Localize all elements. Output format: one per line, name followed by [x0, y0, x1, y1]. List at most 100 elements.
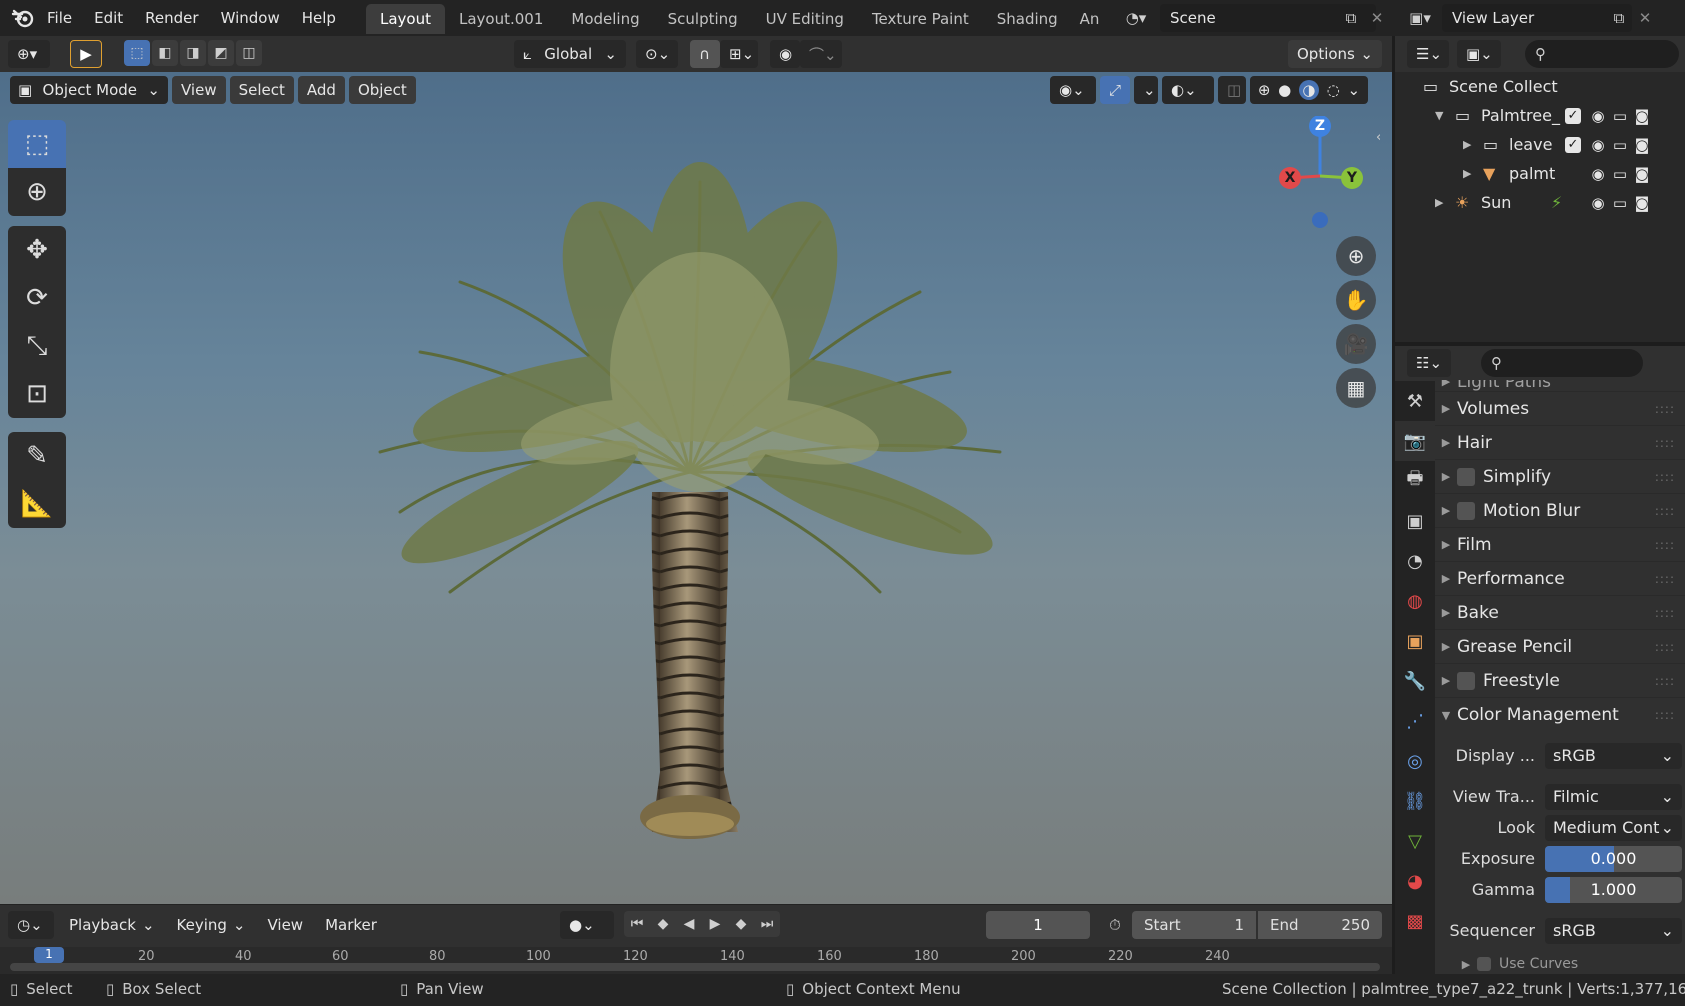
drag-handle-icon[interactable]: :::: [1655, 470, 1675, 484]
pan-hand-icon[interactable]: ✋ [1336, 280, 1376, 320]
tab-modeling[interactable]: Modeling [557, 4, 653, 34]
tab-layout-001[interactable]: Layout.001 [445, 4, 557, 34]
drag-handle-icon[interactable]: :::: [1655, 436, 1675, 450]
material-tab-icon[interactable]: ◕ [1395, 861, 1435, 901]
look-dropdown[interactable]: Medium Cont...⌄ [1545, 814, 1682, 841]
panel-row[interactable]: ▶ Performance:::: [1435, 562, 1685, 596]
menu-file[interactable]: File [36, 3, 83, 33]
select-extend-icon[interactable]: ◧ [152, 40, 178, 66]
gizmo-dropdown-icon[interactable]: ⌄ [1134, 76, 1158, 104]
timeline-menu-view[interactable]: View [258, 911, 312, 939]
timeline-scrollbar[interactable] [10, 963, 1380, 971]
expand-triangle-icon[interactable]: ▶ [1463, 167, 1483, 180]
camera-view-icon[interactable]: 🎥 [1336, 324, 1376, 364]
measure-tool-icon[interactable]: 📐 [8, 480, 66, 528]
sequencer-dropdown[interactable]: sRGB ⌄ [1545, 917, 1682, 944]
panel-row[interactable]: ▶ Hair:::: [1435, 426, 1685, 460]
view-layer-tab-icon[interactable]: ▣ [1395, 501, 1435, 541]
drag-handle-icon[interactable]: :::: [1655, 674, 1675, 688]
eye-icon[interactable]: ◉ [1587, 165, 1609, 183]
particles-tab-icon[interactable]: ⋰ [1395, 701, 1435, 741]
select-invert-icon[interactable]: ◩ [208, 40, 234, 66]
panel-light-paths[interactable]: ▶ Light Paths [1435, 380, 1685, 392]
camera-icon[interactable]: ◙ [1631, 194, 1653, 212]
new-view-layer-icon[interactable]: ⧉ [1606, 4, 1632, 32]
camera-icon[interactable]: ◙ [1631, 136, 1653, 154]
drag-handle-icon[interactable]: :::: [1655, 708, 1675, 722]
blender-logo-icon[interactable] [8, 4, 38, 32]
editor-type-icon[interactable]: ⊕▾ [8, 40, 50, 68]
tool-tab-icon[interactable]: ⚒ [1395, 381, 1435, 421]
view-layer-browse-icon[interactable]: ▣▾ [1400, 4, 1440, 32]
view-transform-dropdown[interactable]: Filmic ⌄ [1545, 783, 1682, 810]
stopwatch-icon[interactable]: ⏱ [1100, 911, 1130, 939]
snap-target-icon[interactable]: ⊞⌄ [720, 40, 758, 68]
viewport-menu-add[interactable]: Add [297, 76, 345, 104]
expand-triangle-icon[interactable]: ▼ [1435, 109, 1455, 122]
drag-handle-icon[interactable]: :::: [1655, 538, 1675, 552]
active-tool-icon[interactable]: ▶ [70, 40, 102, 68]
data-tab-icon[interactable]: ▽ [1395, 821, 1435, 861]
playhead-frame[interactable]: 1 [34, 947, 64, 963]
transform-tool-icon[interactable]: ⊡ [8, 370, 66, 418]
outliner-display-mode-icon[interactable]: ▣⌄ [1457, 40, 1501, 68]
panel-enable-checkbox[interactable] [1457, 671, 1475, 690]
viewport-menu-view[interactable]: View [172, 76, 226, 104]
outliner-row-palmtree[interactable]: ▼ ▭ Palmtree_ ✓ ◉ ▭ ◙ [1395, 101, 1685, 130]
gizmo-toggle-icon[interactable]: ⤢ [1100, 76, 1130, 104]
timeline-menu-marker[interactable]: Marker [316, 911, 386, 939]
timeline-menu-keying[interactable]: Keying ⌄ [168, 911, 255, 939]
current-frame-field[interactable]: 1 [986, 911, 1090, 939]
camera-icon[interactable]: ◙ [1631, 165, 1653, 183]
monitor-icon[interactable]: ▭ [1609, 136, 1631, 154]
outliner-row-leave[interactable]: ▶ ▭ leave ✓ ◉ ▭ ◙ [1395, 130, 1685, 159]
move-tool-icon[interactable]: ✥ [8, 226, 66, 274]
outliner-search-input[interactable]: ⚲ [1525, 40, 1679, 68]
overlay-toggle-icon[interactable]: ◐⌄ [1162, 76, 1214, 104]
tab-texture-paint[interactable]: Texture Paint [858, 4, 983, 34]
options-dropdown[interactable]: Options ⌄ [1288, 40, 1382, 68]
modifier-tab-icon[interactable]: 🔧 [1395, 661, 1435, 701]
rotate-tool-icon[interactable]: ⟳ [8, 274, 66, 322]
xray-toggle-icon[interactable]: ◫ [1218, 76, 1246, 104]
tab-uv-editing[interactable]: UV Editing [752, 4, 858, 34]
outliner-row-palmt[interactable]: ▶ ▼ palmt ◉ ▭ ◙ [1395, 159, 1685, 188]
menu-render[interactable]: Render [134, 3, 209, 33]
camera-icon[interactable]: ◙ [1631, 107, 1653, 125]
render-tab-icon[interactable]: 📷 [1395, 421, 1435, 461]
cursor-tool-icon[interactable]: ⊕ [8, 168, 66, 216]
constraints-tab-icon[interactable]: ⛓ [1395, 781, 1435, 821]
scene-browse-icon[interactable]: ◔▾ [1116, 4, 1156, 32]
panel-enable-checkbox[interactable] [1457, 501, 1475, 520]
menu-help[interactable]: Help [291, 3, 347, 33]
object-mode-dropdown[interactable]: ▣ Object Mode ⌄ [10, 76, 168, 104]
jump-start-icon[interactable]: ⏮ [624, 911, 650, 937]
properties-search-input[interactable]: ⚲ [1481, 349, 1643, 377]
panel-row[interactable]: ▶ Grease Pencil:::: [1435, 630, 1685, 664]
eye-icon[interactable]: ◉ [1587, 194, 1609, 212]
eye-icon[interactable]: ◉ [1587, 136, 1609, 154]
play-reverse-icon[interactable]: ◀ [676, 911, 702, 937]
visibility-dropdown-icon[interactable]: ◉⌄ [1050, 76, 1096, 104]
gamma-slider[interactable]: 1.000 [1545, 876, 1682, 903]
texture-tab-icon[interactable]: ▩ [1395, 901, 1435, 941]
output-tab-icon[interactable]: 🖶 [1395, 461, 1435, 501]
drag-handle-icon[interactable]: :::: [1655, 572, 1675, 586]
panel-row[interactable]: ▶ Freestyle:::: [1435, 664, 1685, 698]
monitor-icon[interactable]: ▭ [1609, 107, 1631, 125]
solid-shading-icon[interactable]: ● [1278, 81, 1291, 99]
outliner-editor-type-icon[interactable]: ☰⌄ [1407, 40, 1449, 68]
timeline-menu-playback[interactable]: Playback ⌄ [60, 911, 164, 939]
select-new-icon[interactable]: ⬚ [124, 40, 150, 66]
3d-viewport[interactable]: ▣ Object Mode ⌄ View Select Add Object ◉… [0, 72, 1392, 904]
exposure-slider[interactable]: 0.000 [1545, 845, 1682, 872]
menu-window[interactable]: Window [210, 3, 291, 33]
sidebar-toggle-icon[interactable]: ‹ [1376, 130, 1392, 154]
wireframe-shading-icon[interactable]: ⊕ [1258, 81, 1271, 99]
delete-scene-icon[interactable]: ✕ [1364, 4, 1390, 32]
chevron-down-icon[interactable]: ⌄ [1348, 81, 1361, 99]
delete-view-layer-icon[interactable]: ✕ [1632, 4, 1658, 32]
eye-icon[interactable]: ◉ [1587, 107, 1609, 125]
outliner-row-sun[interactable]: ▶ ☀ Sun ⚡ ◉ ▭ ◙ [1395, 188, 1685, 217]
material-shading-icon[interactable]: ◑ [1298, 80, 1319, 100]
